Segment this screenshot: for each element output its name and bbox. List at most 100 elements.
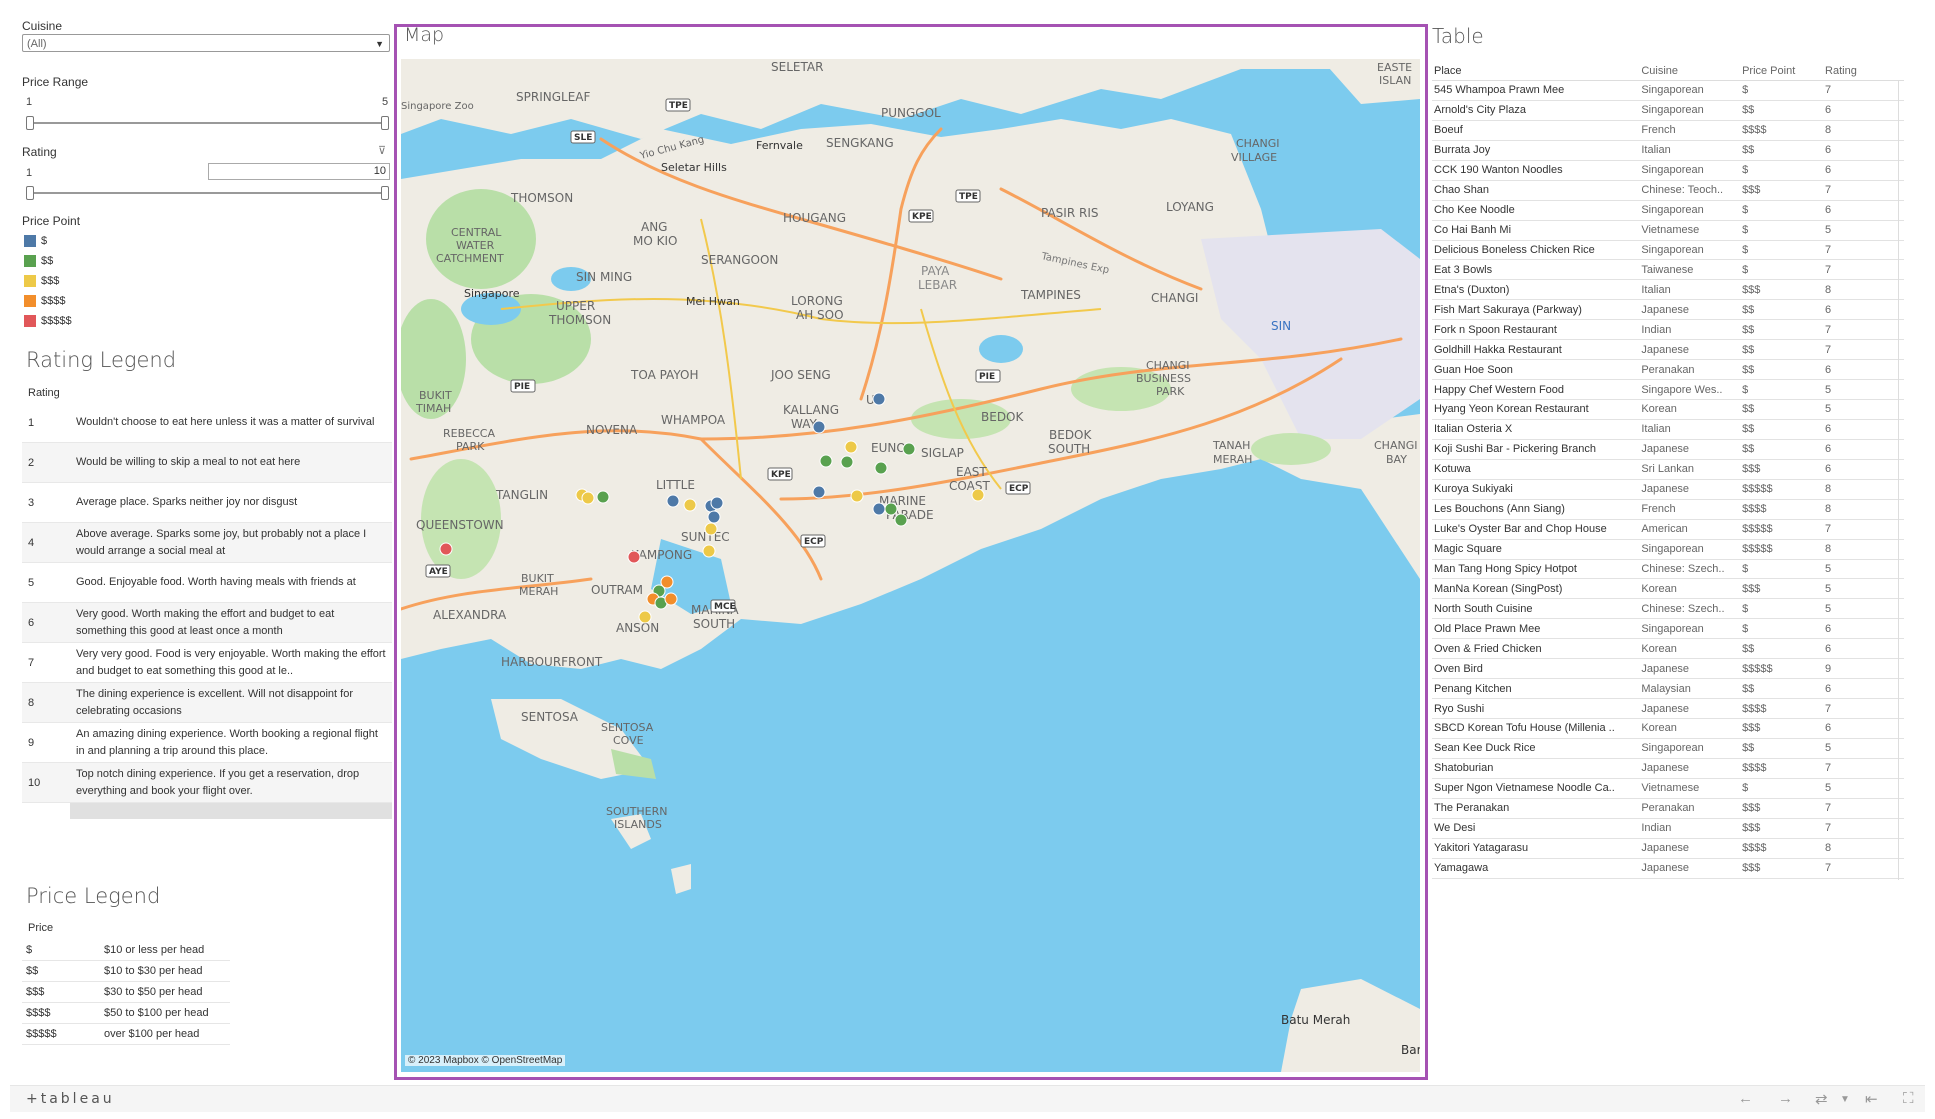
table-row[interactable]: Yakitori Yatagarasu Japanese $$$$ 8 xyxy=(1432,839,1904,859)
restaurant-point xyxy=(971,488,985,502)
revert-menu-chevron-icon[interactable]: ▼ xyxy=(1840,1094,1850,1105)
restaurant-point xyxy=(627,550,641,564)
map-canvas[interactable]: SELETAR SPRINGLEAF PUNGGOL Singapore Zoo… xyxy=(401,59,1420,1072)
table-row[interactable]: Boeuf French $$$$ 8 xyxy=(1432,121,1904,141)
table-row[interactable]: Shatoburian Japanese $$$$ 7 xyxy=(1432,759,1904,779)
cell-cuisine: Japanese xyxy=(1641,483,1690,496)
table-row[interactable]: North South Cuisine Chinese: Szech.. $5 xyxy=(1432,599,1904,620)
cell-rating: 7 xyxy=(1825,822,1832,835)
table-row[interactable]: Ryo Sushi Japanese $$$$ 7 xyxy=(1432,699,1904,719)
table-row[interactable]: Luke's Oyster Bar and Chop House American… xyxy=(1432,520,1904,540)
column-header-price-point[interactable]: Price Point xyxy=(1740,65,1823,77)
table-row[interactable]: Penang Kitchen Malaysian $$ 6 xyxy=(1432,679,1904,700)
table-row[interactable]: Happy Chef Western Food Singapore Wes.. $5 xyxy=(1432,380,1904,400)
price-point-legend-item[interactable]: $$$$$ xyxy=(24,314,72,328)
table-row[interactable]: Kotuwa Sri Lankan $$$ 6 xyxy=(1432,460,1904,480)
cell-cuisine: Peranakan xyxy=(1641,363,1695,376)
undo-icon[interactable]: ← xyxy=(1738,1090,1753,1107)
table-row[interactable]: Italian Osteria X Italian $$ 6 xyxy=(1432,420,1904,440)
table-row[interactable]: Chao Shan Chinese: Teoch.. $$$ 7 xyxy=(1432,181,1904,201)
svg-text:OUTRAM: OUTRAM xyxy=(591,583,643,597)
svg-text:COVE: COVE xyxy=(613,734,644,747)
svg-text:CENTRAL: CENTRAL xyxy=(451,226,502,239)
table-row[interactable]: Oven & Fried Chicken Korean $$ 6 xyxy=(1432,639,1904,660)
reset-icon[interactable]: ⇤ xyxy=(1865,1090,1878,1108)
table-row[interactable]: Guan Hoe Soon Peranakan $$ 6 xyxy=(1432,360,1904,381)
table-row[interactable]: Hyang Yeon Korean Restaurant Korean $$ 5 xyxy=(1432,400,1904,420)
price-range-max-handle[interactable] xyxy=(381,116,389,130)
price-point-legend-label: Price Point xyxy=(22,214,81,228)
svg-text:SENTOSA: SENTOSA xyxy=(601,721,654,734)
cuisine-dropdown[interactable]: (All) ▼ xyxy=(22,34,390,52)
cell-cuisine: Singapore Wes.. xyxy=(1641,383,1723,396)
table-row[interactable]: Old Place Prawn Mee Singaporean $6 xyxy=(1432,619,1904,640)
rating-max-input[interactable]: 10 xyxy=(208,163,390,180)
cell-cuisine: Japanese xyxy=(1641,842,1690,855)
table-row[interactable]: Super Ngon Vietnamese Noodle Ca.. Vietnam… xyxy=(1432,779,1904,799)
column-header-place[interactable]: Place xyxy=(1432,65,1639,77)
price-legend-header: Price xyxy=(28,922,54,934)
cell-price-point: $$ xyxy=(1742,104,1755,117)
tableau-footer: +tableau ← → ⇄ ▼ ⇤ ⛶ xyxy=(10,1085,1925,1112)
price-point-legend-item[interactable]: $$ xyxy=(24,254,53,268)
price-point-legend-item[interactable]: $$$$ xyxy=(24,294,65,308)
restaurant-point xyxy=(812,420,826,434)
table-row[interactable]: Fork n Spoon Restaurant Indian $$ 7 xyxy=(1432,320,1904,341)
table-row[interactable]: Koji Sushi Bar - Pickering Branch Japanes… xyxy=(1432,440,1904,460)
horizontal-scrollbar[interactable] xyxy=(70,803,392,819)
table-row[interactable]: Magic Square Singaporean $$$$$ 8 xyxy=(1432,540,1904,560)
rating-slider-track[interactable] xyxy=(30,192,385,194)
cell-rating: 7 xyxy=(1825,702,1832,715)
restaurant-point xyxy=(664,592,678,606)
table-row[interactable]: Cho Kee Noodle Singaporean $6 xyxy=(1432,201,1904,221)
column-header-rating[interactable]: Rating xyxy=(1823,65,1904,77)
price-point-legend-item[interactable]: $ xyxy=(24,234,47,248)
table-row[interactable]: Co Hai Banh Mi Vietnamese $5 xyxy=(1432,221,1904,241)
cell-rating: 6 xyxy=(1825,104,1832,117)
cell-price-point: $$$$ xyxy=(1742,124,1767,137)
table-row[interactable]: ManNa Korean (SingPost) Korean $$$ 5 xyxy=(1432,579,1904,600)
cell-cuisine: Singaporean xyxy=(1641,104,1704,117)
table-row[interactable]: SBCD Korean Tofu House (Millenia .. Korea… xyxy=(1432,719,1904,739)
price-range-min-handle[interactable] xyxy=(26,116,34,130)
table-row[interactable]: Arnold's City Plaza Singaporean $$ 6 xyxy=(1432,101,1904,121)
cell-cuisine: Italian xyxy=(1641,283,1671,296)
table-row[interactable]: Eat 3 Bowls Taiwanese $7 xyxy=(1432,260,1904,281)
price-symbol: $$ xyxy=(26,965,39,977)
fullscreen-icon[interactable]: ⛶ xyxy=(1903,1090,1914,1107)
restaurant-point xyxy=(710,496,724,510)
svg-text:EASTE: EASTE xyxy=(1377,61,1412,74)
table-row[interactable]: Sean Kee Duck Rice Singaporean $$ 5 xyxy=(1432,739,1904,759)
table-row[interactable]: Etna's (Duxton) Italian $$$ 8 xyxy=(1432,280,1904,301)
svg-text:BUSINESS: BUSINESS xyxy=(1136,372,1191,385)
cell-cuisine: Japanese xyxy=(1641,662,1690,675)
rating-description: Wouldn't choose to eat here unless it wa… xyxy=(76,416,375,428)
table-row[interactable]: CCK 190 Wanton Noodles Singaporean $6 xyxy=(1432,161,1904,181)
map-attribution[interactable]: © 2023 Mapbox © OpenStreetMap xyxy=(405,1055,566,1066)
redo-icon[interactable]: → xyxy=(1778,1090,1793,1107)
rating-min-handle[interactable] xyxy=(26,186,34,200)
table-row[interactable]: Burrata Joy Italian $$ 6 xyxy=(1432,141,1904,161)
table-row[interactable]: Kuroya Sukiyaki Japanese $$$$$ 8 xyxy=(1432,480,1904,500)
cell-cuisine: Chinese: Szech.. xyxy=(1641,602,1725,615)
revert-icon[interactable]: ⇄ xyxy=(1815,1090,1828,1108)
table-row[interactable]: We Desi Indian $$$ 7 xyxy=(1432,819,1904,839)
table-row[interactable]: Yamagawa Japanese $$$ 7 xyxy=(1432,859,1904,879)
price-range-slider-track[interactable] xyxy=(30,122,385,124)
price-symbol: $$$ xyxy=(26,986,45,998)
table-row[interactable]: The Peranakan Peranakan $$$ 7 xyxy=(1432,799,1904,819)
cell-place: 545 Whampoa Prawn Mee xyxy=(1434,84,1565,97)
table-row[interactable]: Delicious Boneless Chicken Rice Singapore… xyxy=(1432,241,1904,261)
column-header-cuisine[interactable]: Cuisine xyxy=(1639,65,1740,77)
table-row[interactable]: Goldhill Hakka Restaurant Japanese $$ 7 xyxy=(1432,340,1904,361)
tableau-logo[interactable]: +tableau xyxy=(26,1091,115,1107)
table-row[interactable]: Man Tang Hong Spicy Hotpot Chinese: Szech… xyxy=(1432,560,1904,580)
restaurant-point xyxy=(704,522,718,536)
table-row[interactable]: Les Bouchons (Ann Siang) French $$$$ 8 xyxy=(1432,500,1904,520)
table-row[interactable]: Fish Mart Sakuraya (Parkway) Japanese $$ 6 xyxy=(1432,300,1904,321)
table-row[interactable]: 545 Whampoa Prawn Mee Singaporean $7 xyxy=(1432,81,1904,101)
filter-clear-icon[interactable]: ⊽ xyxy=(378,144,386,157)
table-row[interactable]: Oven Bird Japanese $$$$$ 9 xyxy=(1432,659,1904,680)
rating-max-handle[interactable] xyxy=(381,186,389,200)
price-point-legend-item[interactable]: $$$ xyxy=(24,274,59,288)
